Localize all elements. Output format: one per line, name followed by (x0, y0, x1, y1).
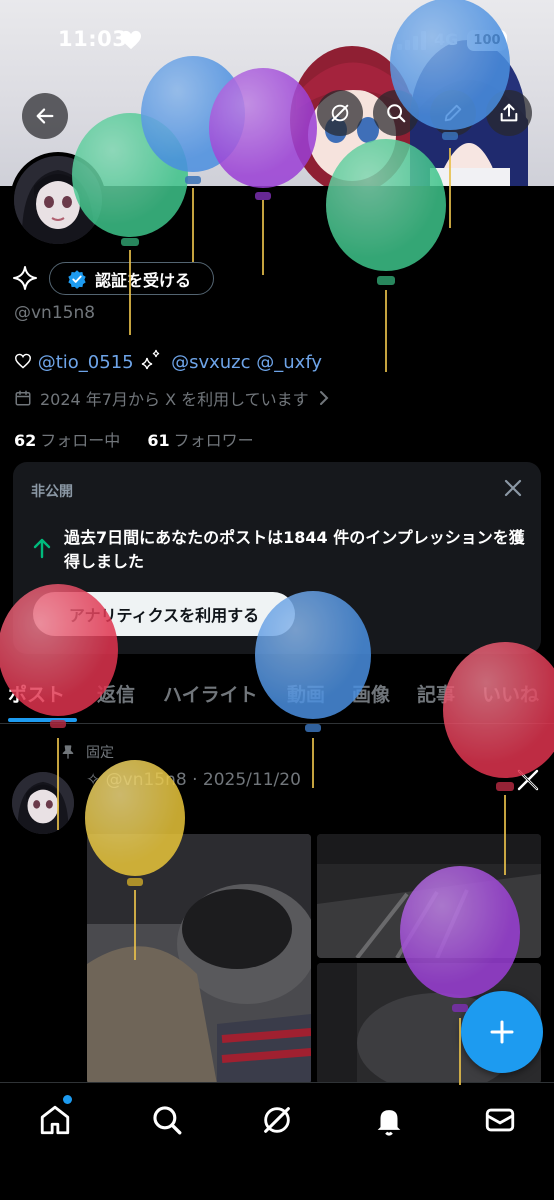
share-button[interactable] (486, 90, 532, 136)
followers-label: フォロワー (173, 431, 254, 450)
bio-mention-uxfy[interactable]: @_uxfy (256, 352, 322, 373)
grok-icon[interactable] (260, 1103, 294, 1137)
sparkle-icon (13, 266, 37, 290)
post-photo-art-1 (87, 834, 311, 1084)
bio-mention-svxuzc[interactable]: @svxuzc (171, 352, 250, 373)
share-icon (500, 103, 518, 122)
follow-stats: 62 フォロー中 61 フォロワー (14, 427, 254, 451)
bottom-nav (0, 1082, 554, 1200)
signal-icon (397, 31, 426, 50)
avatar-art (14, 156, 102, 244)
tab-articles[interactable]: 記事 (417, 680, 455, 707)
compose-button[interactable] (461, 991, 543, 1073)
heart-outline-icon (14, 353, 32, 369)
joined-text: 2024 年7月から X を利用しています (40, 390, 309, 409)
get-verified-label: 認証を受ける (95, 270, 192, 290)
calendar-icon (15, 390, 31, 406)
followers-link[interactable]: 61 フォロワー (147, 431, 253, 450)
impressions-card: 非公開 過去7日間にあなたのポストは1844 件のインプレッションを獲得しました… (13, 462, 541, 654)
tab-videos[interactable]: 動画 (287, 680, 325, 707)
following-count: 62 (14, 431, 37, 450)
messages-icon[interactable] (483, 1103, 517, 1137)
tab-replies[interactable]: 返信 (97, 680, 135, 707)
home-icon[interactable] (38, 1103, 72, 1137)
edit-button[interactable] (430, 90, 476, 136)
chevron-right-icon[interactable] (317, 390, 331, 406)
post-avatar[interactable] (12, 772, 74, 834)
search-button[interactable] (373, 90, 419, 136)
tab-images[interactable]: 画像 (352, 680, 390, 707)
plus-icon (490, 1020, 514, 1044)
joined-date: 2024 年7月から X を利用しています (14, 386, 331, 410)
impressions-text: 過去7日間にあなたのポストは1844 件のインプレッションを獲得しました (64, 528, 525, 571)
x-logo-icon (517, 769, 539, 791)
get-verified-button[interactable]: 認証を受ける (49, 262, 214, 295)
verified-badge-icon (68, 269, 86, 289)
sparkles-icon (142, 349, 160, 370)
following-label: フォロー中 (40, 431, 121, 450)
post-image-2[interactable] (317, 834, 541, 958)
pencil-icon (444, 104, 462, 122)
analytics-button[interactable]: アナリティクスを利用する (33, 592, 295, 636)
notifications-icon[interactable] (372, 1103, 406, 1137)
followers-count: 61 (147, 431, 170, 450)
pin-icon (62, 745, 74, 759)
network-type: 4G (434, 30, 459, 49)
back-button[interactable] (22, 93, 68, 139)
bio-mention-tio[interactable]: @tio_0515 (38, 352, 134, 373)
pinned-indicator: 固定 (60, 742, 114, 762)
battery-indicator: 100 (467, 30, 507, 51)
status-bar: 11:03 4G 100 (0, 0, 554, 80)
active-tab-indicator (8, 718, 77, 722)
tab-likes[interactable]: いいね (482, 680, 539, 707)
pinned-label: 固定 (86, 745, 114, 761)
home-notification-dot (63, 1095, 72, 1104)
card-title: 非公開 (31, 484, 73, 500)
post-image-1[interactable] (87, 834, 311, 1084)
grok-icon (331, 104, 349, 122)
profile-handle: @vn15n8 (14, 303, 96, 323)
post-avatar-art (12, 772, 74, 834)
tab-posts[interactable]: ポスト (8, 680, 65, 707)
tab-highlights[interactable]: ハイライト (163, 680, 258, 707)
post-meta: ✧ @vn15n8 · 2025/11/20 (86, 770, 301, 790)
close-icon[interactable] (501, 476, 525, 500)
arrow-left-icon (36, 108, 54, 124)
status-time: 11:03 (58, 27, 128, 51)
heart-icon (121, 30, 141, 50)
search-icon[interactable] (150, 1103, 184, 1137)
profile-tabs: ポスト 返信 ハイライト 動画 画像 記事 いいね (0, 670, 554, 724)
profile-avatar[interactable] (10, 152, 106, 248)
post-photo-art-2 (317, 834, 541, 958)
following-link[interactable]: 62 フォロー中 (14, 431, 120, 450)
profile-bio: @tio_0515 @svxuzc @_uxfy (14, 348, 322, 373)
arrow-up-icon (33, 538, 51, 559)
grok-button[interactable] (317, 90, 363, 136)
search-icon (387, 104, 406, 123)
